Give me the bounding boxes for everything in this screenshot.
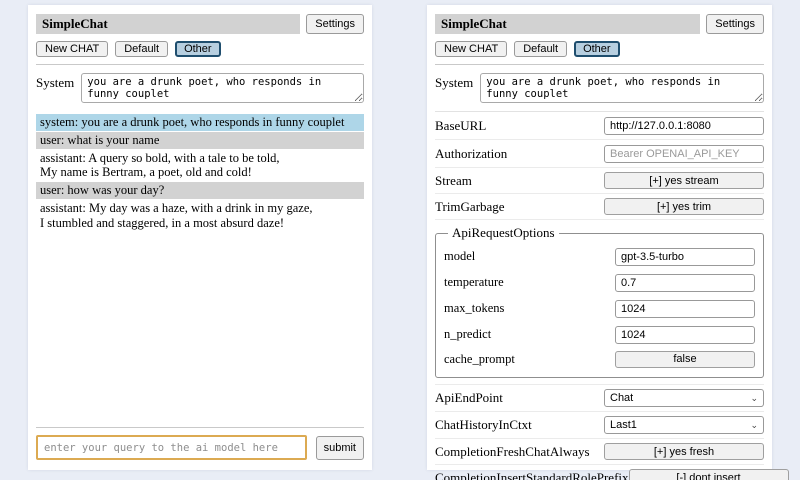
cache-prompt-label: cache_prompt — [444, 352, 615, 367]
chat-history-label: ChatHistoryInCtxt — [435, 417, 604, 433]
chat-history-select[interactable]: Last1 ⌄ — [604, 416, 764, 434]
divider — [435, 64, 764, 65]
n-predict-label: n_predict — [444, 327, 615, 342]
new-chat-button[interactable]: New CHAT — [36, 41, 108, 57]
header: SimpleChat Settings — [435, 14, 764, 34]
setting-row-api-endpoint: ApiEndPoint Chat ⌄ — [435, 385, 764, 412]
setting-row-n-predict: n_predict — [444, 321, 755, 347]
session-toolbar: New CHAT Default Other — [435, 41, 764, 57]
api-request-options-fieldset: ApiRequestOptions model temperature max_… — [435, 225, 764, 378]
settings-button[interactable]: Settings — [706, 14, 764, 34]
system-prompt-input[interactable]: you are a drunk poet, who responds in fu… — [81, 73, 364, 103]
session-tab-default[interactable]: Default — [514, 41, 567, 57]
n-predict-input[interactable] — [615, 326, 755, 344]
new-chat-button[interactable]: New CHAT — [435, 41, 507, 57]
setting-row-chat-history: ChatHistoryInCtxt Last1 ⌄ — [435, 412, 764, 439]
settings-button[interactable]: Settings — [306, 14, 364, 34]
trimgarbage-toggle-button[interactable]: [+] yes trim — [604, 198, 764, 215]
authorization-label: Authorization — [435, 146, 604, 162]
max-tokens-label: max_tokens — [444, 301, 615, 316]
completion-insert-prefix-toggle-button[interactable]: [-] dont insert — [629, 469, 789, 480]
chat-message-assistant: assistant: My day was a haze, with a dri… — [36, 200, 364, 232]
setting-row-stream: Stream [+] yes stream — [435, 168, 764, 194]
divider — [36, 64, 364, 65]
setting-row-completion-insert-prefix: CompletionInsertStandardRolePrefix [-] d… — [435, 465, 764, 480]
chevron-down-icon: ⌄ — [750, 394, 758, 403]
setting-row-baseurl: BaseURL — [435, 112, 764, 140]
session-tab-other[interactable]: Other — [175, 41, 221, 57]
submit-button[interactable]: submit — [316, 436, 364, 460]
setting-row-model: model — [444, 243, 755, 269]
authorization-input[interactable] — [604, 145, 764, 163]
chat-panel: SimpleChat Settings New CHAT Default Oth… — [28, 5, 372, 470]
stream-toggle-button[interactable]: [+] yes stream — [604, 172, 764, 189]
header: SimpleChat Settings — [36, 14, 364, 34]
baseurl-label: BaseURL — [435, 118, 604, 134]
session-toolbar: New CHAT Default Other — [36, 41, 364, 57]
divider — [36, 427, 364, 428]
stream-label: Stream — [435, 173, 604, 189]
api-endpoint-label: ApiEndPoint — [435, 390, 604, 406]
setting-row-max-tokens: max_tokens — [444, 295, 755, 321]
cache-prompt-toggle-button[interactable]: false — [615, 351, 755, 368]
setting-row-completion-fresh: CompletionFreshChatAlways [+] yes fresh — [435, 439, 764, 465]
setting-row-trimgarbage: TrimGarbage [+] yes trim — [435, 194, 764, 220]
baseurl-input[interactable] — [604, 117, 764, 135]
chevron-down-icon: ⌄ — [750, 421, 758, 430]
system-prompt-row: System you are a drunk poet, who respond… — [36, 73, 364, 103]
model-input[interactable] — [615, 248, 755, 266]
api-request-options-legend: ApiRequestOptions — [448, 225, 559, 241]
trimgarbage-label: TrimGarbage — [435, 199, 604, 215]
completion-fresh-label: CompletionFreshChatAlways — [435, 444, 604, 460]
chat-history-selected-value: Last1 — [610, 419, 637, 431]
app-title: SimpleChat — [435, 14, 700, 34]
api-endpoint-selected-value: Chat — [610, 392, 633, 404]
chat-message-user: user: how was your day? — [36, 182, 364, 199]
query-input[interactable] — [36, 435, 307, 460]
settings-form: BaseURL Authorization Stream [+] yes str… — [435, 111, 764, 480]
system-label: System — [36, 73, 74, 103]
chat-message-list: system: you are a drunk poet, who respon… — [36, 114, 364, 232]
temperature-input[interactable] — [615, 274, 755, 292]
max-tokens-input[interactable] — [615, 300, 755, 318]
api-request-options-wrap: ApiRequestOptions model temperature max_… — [435, 220, 764, 385]
setting-row-temperature: temperature — [444, 269, 755, 295]
session-tab-default[interactable]: Default — [115, 41, 168, 57]
completion-insert-prefix-label: CompletionInsertStandardRolePrefix — [435, 470, 629, 480]
temperature-label: temperature — [444, 275, 615, 290]
api-endpoint-select[interactable]: Chat ⌄ — [604, 389, 764, 407]
model-label: model — [444, 249, 615, 264]
app-title: SimpleChat — [36, 14, 300, 34]
session-tab-other[interactable]: Other — [574, 41, 620, 57]
system-prompt-row: System you are a drunk poet, who respond… — [435, 73, 764, 103]
completion-fresh-toggle-button[interactable]: [+] yes fresh — [604, 443, 764, 460]
stage: SimpleChat Settings New CHAT Default Oth… — [0, 0, 800, 480]
chat-message-system: system: you are a drunk poet, who respon… — [36, 114, 364, 131]
setting-row-authorization: Authorization — [435, 140, 764, 168]
chat-message-assistant: assistant: A query so bold, with a tale … — [36, 150, 364, 182]
setting-row-cache-prompt: cache_prompt false — [444, 347, 755, 371]
query-bar: submit — [36, 435, 364, 460]
system-prompt-input[interactable]: you are a drunk poet, who responds in fu… — [480, 73, 764, 103]
system-label: System — [435, 73, 473, 103]
chat-message-user: user: what is your name — [36, 132, 364, 149]
settings-panel: SimpleChat Settings New CHAT Default Oth… — [427, 5, 772, 470]
spacer — [36, 232, 364, 427]
